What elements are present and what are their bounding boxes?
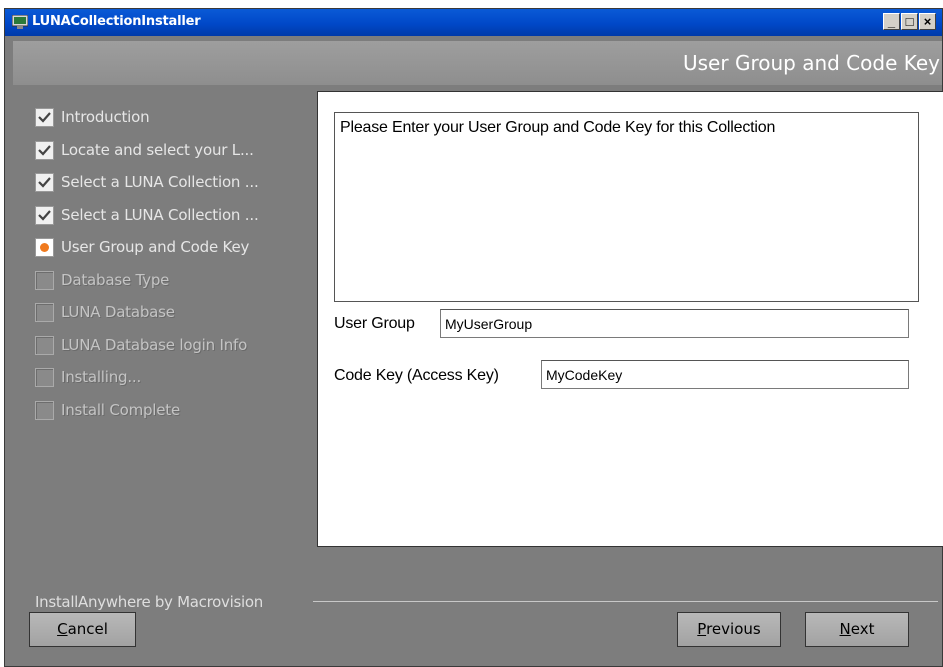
title-bar[interactable]: LUNACollectionInstaller _ □ × [5, 9, 942, 36]
step-header: User Group and Code Key [13, 41, 942, 85]
empty-checkbox-icon [35, 303, 54, 322]
step-label: Select a LUNA Collection ... [61, 205, 259, 224]
app-icon [12, 15, 28, 29]
empty-checkbox-icon [35, 368, 54, 387]
minimize-button[interactable]: _ [883, 13, 900, 30]
brand-text: InstallAnywhere by Macrovision [35, 593, 263, 611]
installer-window: LUNACollectionInstaller _ □ × User Group… [4, 8, 943, 667]
background-text-strip [0, 0, 943, 8]
footer-divider [313, 601, 938, 602]
current-step-icon [35, 238, 54, 257]
empty-checkbox-icon [35, 335, 54, 355]
step-label: Introduction [61, 108, 150, 126]
next-button[interactable]: Next [805, 612, 909, 647]
maximize-button[interactable]: □ [901, 13, 918, 30]
checkmark-icon [35, 108, 54, 127]
step-label: LUNA Database [61, 303, 175, 321]
step-label: User Group and Code Key [61, 238, 250, 256]
empty-checkbox-icon [35, 270, 54, 290]
instruction-text: Please Enter your User Group and Code Ke… [340, 119, 776, 136]
step-title: User Group and Code Key [683, 51, 940, 75]
checkmark-icon [35, 173, 54, 192]
cancel-button-label: Cancel [57, 620, 108, 638]
previous-button-label: Previous [697, 620, 761, 638]
step-label: Installing... [61, 368, 142, 386]
code-key-input[interactable] [541, 360, 909, 389]
user-group-input[interactable] [440, 309, 909, 338]
step-label: Locate and select your L... [61, 140, 254, 159]
cancel-button[interactable]: Cancel [29, 612, 136, 647]
step-label: Select a LUNA Collection ... [61, 173, 259, 191]
next-button-label: Next [839, 620, 875, 638]
empty-checkbox-icon [35, 400, 54, 420]
step-label: LUNA Database login Info [61, 335, 248, 354]
window-title: LUNACollectionInstaller [32, 14, 201, 29]
message-box: Please Enter your User Group and Code Ke… [334, 112, 919, 302]
checkmark-icon [35, 205, 54, 225]
previous-button[interactable]: Previous [677, 612, 781, 647]
step-label: Database Type [61, 270, 170, 289]
user-group-label: User Group [334, 315, 415, 332]
content-panel: Please Enter your User Group and Code Ke… [317, 91, 943, 547]
checkmark-icon [35, 140, 54, 160]
step-label: Install Complete [61, 400, 181, 419]
close-button[interactable]: × [919, 13, 936, 30]
code-key-label: Code Key (Access Key) [334, 367, 499, 384]
